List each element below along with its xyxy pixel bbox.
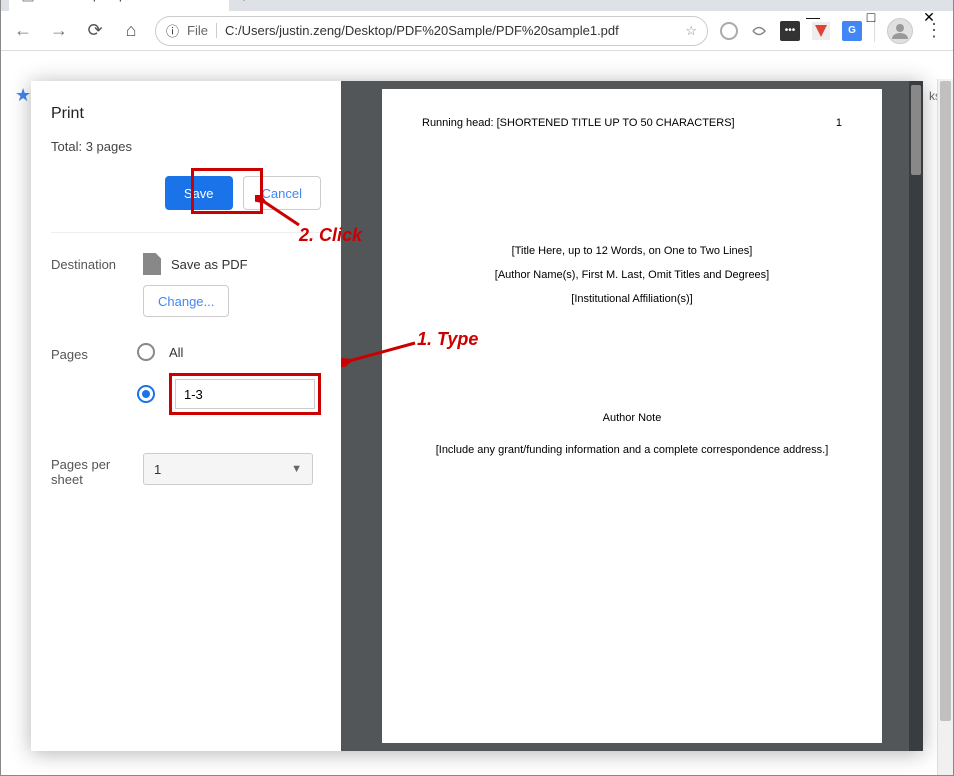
- doc-title: [Title Here, up to 12 Words, on One to T…: [422, 239, 842, 263]
- pages-range-option[interactable]: [137, 373, 321, 415]
- extension-circle-icon[interactable]: [720, 22, 738, 40]
- pages-per-sheet-select[interactable]: 1 ▼: [143, 453, 313, 485]
- page-range-input[interactable]: [175, 379, 315, 409]
- author-note-text: [Include any grant/funding information a…: [422, 444, 842, 456]
- info-icon[interactable]: ⓘ: [166, 21, 179, 40]
- chevron-down-icon: ▼: [291, 463, 302, 475]
- print-dialog: Print Total: 3 pages Save Cancel Destina…: [31, 81, 923, 751]
- destination-value: Save as PDF: [171, 257, 248, 272]
- url-text: C:/Users/justin.zeng/Desktop/PDF%20Sampl…: [225, 23, 677, 38]
- file-icon: [21, 0, 35, 2]
- author-note-heading: Author Note: [422, 412, 842, 424]
- page-number: 1: [836, 117, 842, 129]
- browser-tab[interactable]: PDF sample1.pdf ✕: [9, 0, 229, 11]
- forward-button[interactable]: →: [47, 20, 71, 41]
- tab-title: PDF sample1.pdf: [43, 0, 197, 2]
- doc-author: [Author Name(s), First M. Last, Omit Tit…: [422, 263, 842, 287]
- reload-button[interactable]: ⟳: [83, 20, 107, 41]
- pdf-icon: [143, 253, 161, 275]
- doc-affiliation: [Institutional Affiliation(s)]: [422, 287, 842, 311]
- pages-label: Pages: [51, 343, 137, 362]
- preview-page: Running head: [SHORTENED TITLE UP TO 50 …: [382, 89, 882, 743]
- total-pages: Total: 3 pages: [51, 139, 321, 154]
- maximize-button[interactable]: □: [851, 5, 891, 29]
- new-tab-button[interactable]: +: [229, 0, 259, 11]
- preview-scrollbar[interactable]: [909, 81, 923, 751]
- file-badge: File: [187, 23, 217, 38]
- save-button[interactable]: Save: [165, 176, 233, 210]
- print-settings-panel: Print Total: 3 pages Save Cancel Destina…: [31, 81, 341, 751]
- cancel-button[interactable]: Cancel: [243, 176, 321, 210]
- bookmark-star-icon[interactable]: ★: [15, 85, 31, 106]
- print-preview: Running head: [SHORTENED TITLE UP TO 50 …: [341, 81, 923, 751]
- back-button[interactable]: ←: [11, 20, 35, 41]
- tab-close-icon[interactable]: ✕: [205, 0, 217, 4]
- minimize-button[interactable]: —: [793, 5, 833, 29]
- star-icon[interactable]: ☆: [685, 23, 697, 39]
- radio-checked-icon[interactable]: [137, 385, 155, 403]
- destination-label: Destination: [51, 253, 143, 272]
- home-button[interactable]: ⌂: [119, 20, 143, 41]
- extension-knot-icon[interactable]: [750, 22, 768, 40]
- page-range-highlight-annotation: [169, 373, 321, 415]
- pages-all-option[interactable]: All: [137, 343, 321, 361]
- close-window-button[interactable]: ✕: [909, 5, 949, 29]
- change-destination-button[interactable]: Change...: [143, 285, 229, 317]
- pages-per-sheet-label: Pages per sheet: [51, 453, 143, 487]
- url-bar[interactable]: ⓘ File C:/Users/justin.zeng/Desktop/PDF%…: [155, 16, 708, 46]
- window-scrollbar[interactable]: [937, 79, 953, 775]
- running-head: Running head: [SHORTENED TITLE UP TO 50 …: [422, 117, 735, 129]
- radio-unchecked-icon[interactable]: [137, 343, 155, 361]
- print-title: Print: [51, 105, 321, 123]
